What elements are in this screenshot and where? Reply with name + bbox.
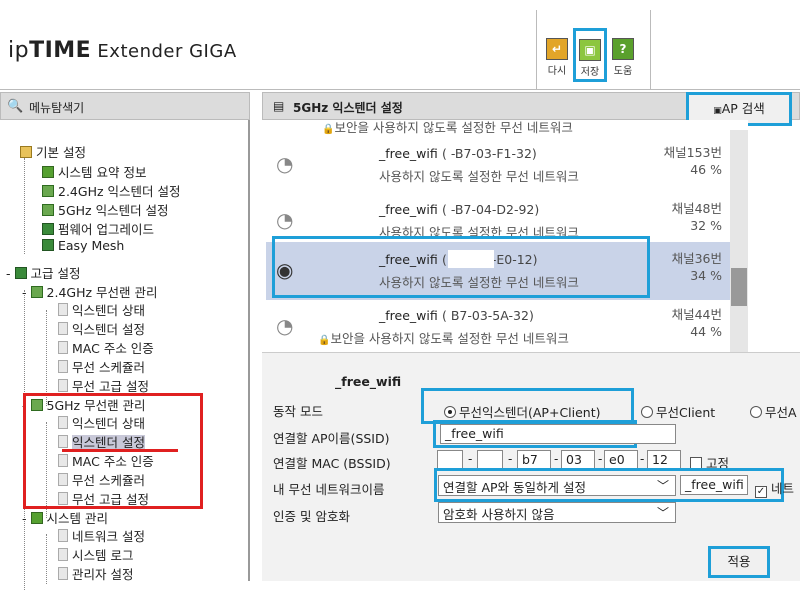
scrollbar-thumb[interactable]: [731, 268, 747, 306]
help-icon: ?: [612, 38, 634, 60]
page-icon: [58, 548, 68, 561]
menu-explorer-header: 🔍 메뉴탐색기: [0, 92, 250, 120]
folder-plus-icon: [14, 267, 27, 279]
search-icon: ▣: [713, 106, 722, 116]
tree-system-management[interactable]: - 시스템 관리: [22, 508, 108, 527]
ap-row[interactable]: ◔ _free_wifi ( B7-03-5A-32) 🔒보안을 사용하지 않도…: [266, 298, 730, 352]
tree-item[interactable]: 5GHz 익스텐더 설정: [42, 200, 169, 219]
page-icon: [58, 341, 68, 354]
bssid-octet-3[interactable]: b7: [517, 450, 551, 470]
chart-icon: [42, 166, 54, 178]
tree-item[interactable]: 관리자 설정: [58, 564, 133, 583]
iptime-logo: ipTIME Extender GIGA: [8, 38, 237, 63]
page-icon: [58, 360, 68, 373]
tree-item[interactable]: 시스템 요약 정보: [42, 162, 146, 181]
bssid-octet-1[interactable]: [437, 450, 463, 470]
bssid-octet-5[interactable]: e0: [604, 450, 638, 470]
lock-icon: 🔒: [322, 124, 335, 135]
tree-item[interactable]: Easy Mesh: [42, 238, 124, 253]
mode-ap-radio[interactable]: 무선A: [750, 402, 797, 421]
highlight-box-blue: [272, 236, 650, 298]
tree-item[interactable]: 네트워크 설정: [58, 526, 145, 545]
tree-24ghz-wireless[interactable]: -2.4GHz 무선랜 관리: [22, 282, 158, 301]
tree-line: [46, 310, 47, 406]
tree-basic-settings[interactable]: 기본 설정: [20, 142, 86, 161]
tree-item[interactable]: 익스텐더 설정: [58, 319, 145, 338]
signal-icon: [30, 286, 43, 298]
ap-row[interactable]: ◔ _free_wifi ( -B7-03-F1-32) 사용하지 않도록 설정…: [266, 136, 730, 192]
collapse-icon: -: [22, 285, 27, 300]
chevron-down-icon: ﹀: [656, 506, 669, 520]
tree-line: [24, 158, 25, 254]
bssid-label: 연결할 MAC (BSSID): [273, 456, 391, 471]
mode-extender-radio[interactable]: 무선익스텐더(AP+Client): [444, 402, 601, 421]
my-network-name-input[interactable]: _free_wifi: [680, 475, 748, 495]
list-item-partial: 🔒보안을 사용하지 않도록 설정한 무선 네트워크: [322, 120, 573, 135]
page-icon: [58, 379, 68, 392]
page-icon: [58, 303, 68, 316]
bssid-octet-4[interactable]: 03: [561, 450, 595, 470]
collapse-icon: -: [22, 511, 27, 526]
tree-item[interactable]: 펌웨어 업그레이드: [42, 219, 154, 238]
signal-icon: [42, 204, 54, 216]
page-icon: [58, 529, 68, 542]
page-icon: ▤: [273, 99, 285, 113]
bssid-octet-2[interactable]: [477, 450, 503, 470]
tree-item[interactable]: 2.4GHz 익스텐더 설정: [42, 181, 180, 200]
header-divider: [650, 10, 651, 90]
save-button[interactable]: ▣ 저장: [573, 28, 607, 82]
bssid-octet-6[interactable]: 12: [647, 450, 681, 470]
signal-icon: [42, 185, 54, 197]
chevron-down-icon: ﹀: [656, 479, 669, 493]
refresh-button[interactable]: ↵ 다시: [544, 38, 570, 77]
mode-label: 동작 모드: [273, 404, 323, 419]
auth-label: 인증 및 암호화: [273, 509, 350, 524]
header-divider: [536, 10, 537, 90]
help-button[interactable]: ? 도움: [610, 38, 636, 77]
apply-button[interactable]: 적용: [708, 546, 770, 578]
ssid-input[interactable]: _free_wifi: [440, 424, 676, 444]
mode-client-radio[interactable]: 무선Client: [641, 402, 715, 421]
auth-select[interactable]: 암호화 사용하지 않음 ﹀: [438, 502, 676, 523]
ap-list-scrollbar[interactable]: [730, 130, 748, 352]
highlight-underline-red: [62, 449, 178, 452]
tree-item[interactable]: 익스텐더 상태: [58, 300, 145, 319]
tree-item[interactable]: 시스템 로그: [58, 545, 133, 564]
tree-item[interactable]: MAC 주소 인증: [58, 338, 154, 357]
page-icon: [58, 322, 68, 335]
magnifier-icon: 🔍: [7, 99, 24, 114]
ap-list[interactable]: 🔒보안을 사용하지 않도록 설정한 무선 네트워크 ◔ _free_wifi (…: [266, 120, 748, 352]
menu-tree: 기본 설정 시스템 요약 정보 2.4GHz 익스텐더 설정 5GHz 익스텐더…: [0, 120, 250, 590]
selected-ap-name: _free_wifi: [335, 374, 402, 389]
header: ipTIME Extender GIGA ↵ 다시 ▣ 저장 ? 도움: [0, 0, 800, 90]
refresh-icon: ↵: [546, 38, 568, 60]
tree-item[interactable]: 무선 스케쥴러: [58, 357, 145, 376]
my-network-label: 내 무선 네트워크이름: [273, 482, 385, 497]
my-network-select[interactable]: 연결할 AP와 동일하게 설정 ﹀: [438, 475, 676, 496]
wifi-signal-icon: ◔: [276, 314, 294, 338]
page-icon: [58, 567, 68, 580]
save-icon: ▣: [579, 39, 601, 61]
wifi-signal-icon: ◔: [276, 208, 294, 232]
ssid-label: 연결할 AP이름(SSID): [273, 431, 390, 446]
tree-line: [46, 534, 47, 584]
collapse-icon: -: [6, 266, 11, 281]
folder-icon: [20, 146, 32, 158]
my-network-checkbox[interactable]: ✓ 네트: [755, 478, 794, 498]
lock-icon: 🔒: [318, 335, 331, 346]
chart-icon: [30, 512, 43, 524]
upgrade-icon: [42, 223, 54, 235]
tree-advanced-settings[interactable]: - 고급 설정: [6, 263, 81, 282]
mesh-icon: [42, 239, 54, 251]
wifi-signal-icon: ◔: [276, 152, 294, 176]
